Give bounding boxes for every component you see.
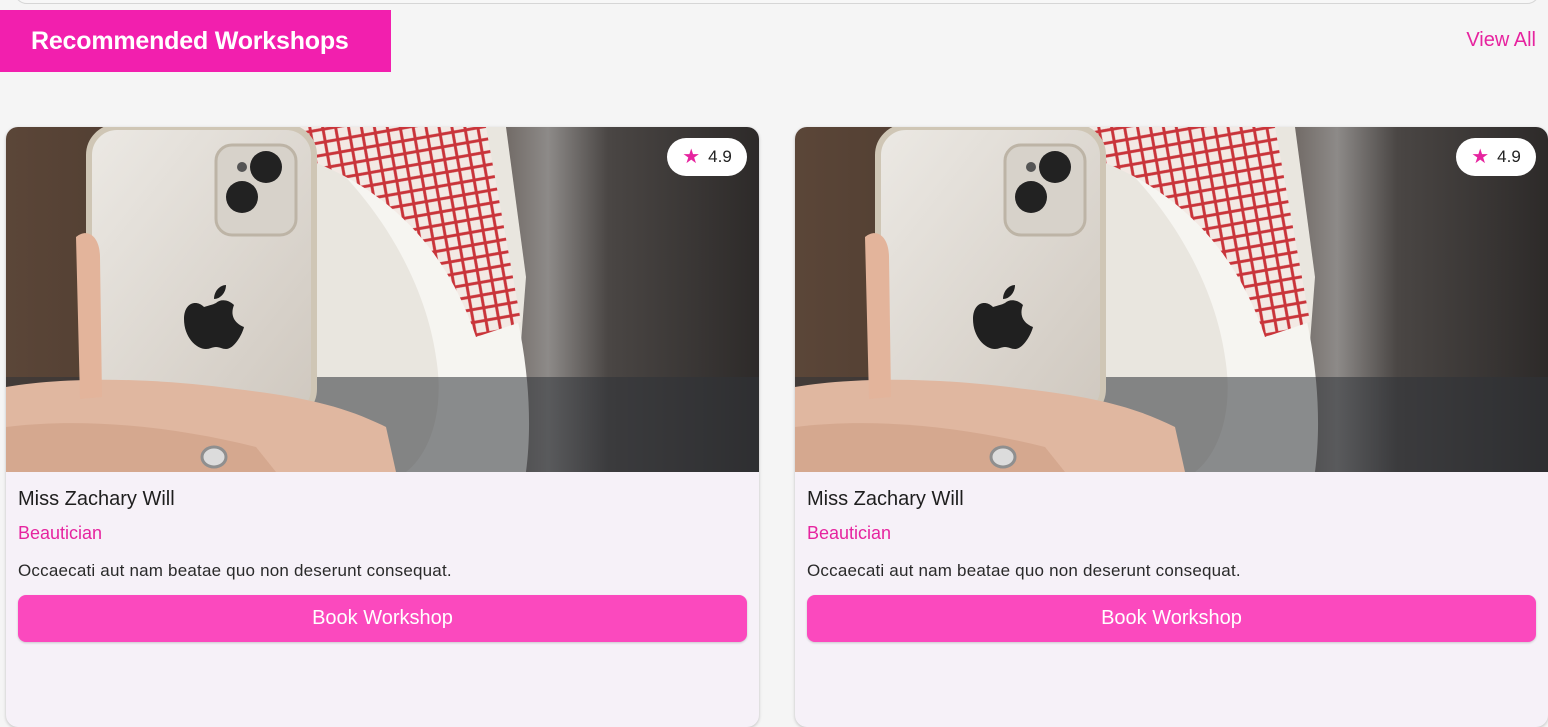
section-title: Recommended Workshops bbox=[31, 26, 349, 55]
section-header: Recommended Workshops bbox=[0, 10, 391, 72]
workshop-role: Beautician bbox=[807, 523, 892, 543]
rating-badge: ★ 4.9 bbox=[667, 138, 747, 176]
rating-badge: ★ 4.9 bbox=[1456, 138, 1536, 176]
search-bar-edge bbox=[14, 0, 1540, 4]
rating-value: 4.9 bbox=[708, 147, 732, 166]
workshop-description: Occaecati aut nam beatae quo non deserun… bbox=[18, 561, 452, 580]
workshop-description: Occaecati aut nam beatae quo non deserun… bbox=[807, 561, 1241, 580]
workshop-image: ★ 4.9 bbox=[6, 127, 759, 472]
workshop-card[interactable]: ★ 4.9 Miss Zachary Will Beautician Occae… bbox=[6, 127, 759, 727]
workshop-instructor-name: Miss Zachary Will bbox=[18, 488, 175, 510]
rating-value: 4.9 bbox=[1497, 147, 1521, 166]
workshop-role: Beautician bbox=[18, 523, 103, 543]
star-icon: ★ bbox=[682, 146, 701, 168]
view-all-link[interactable]: View All bbox=[1466, 29, 1536, 52]
book-workshop-button[interactable]: Book Workshop bbox=[18, 595, 747, 642]
workshop-instructor-name: Miss Zachary Will bbox=[807, 488, 964, 510]
star-icon: ★ bbox=[1471, 146, 1490, 168]
workshop-image: ★ 4.9 bbox=[795, 127, 1548, 472]
workshop-card[interactable]: ★ 4.9 Miss Zachary Will Beautician Occae… bbox=[795, 127, 1548, 727]
book-workshop-button[interactable]: Book Workshop bbox=[807, 595, 1536, 642]
